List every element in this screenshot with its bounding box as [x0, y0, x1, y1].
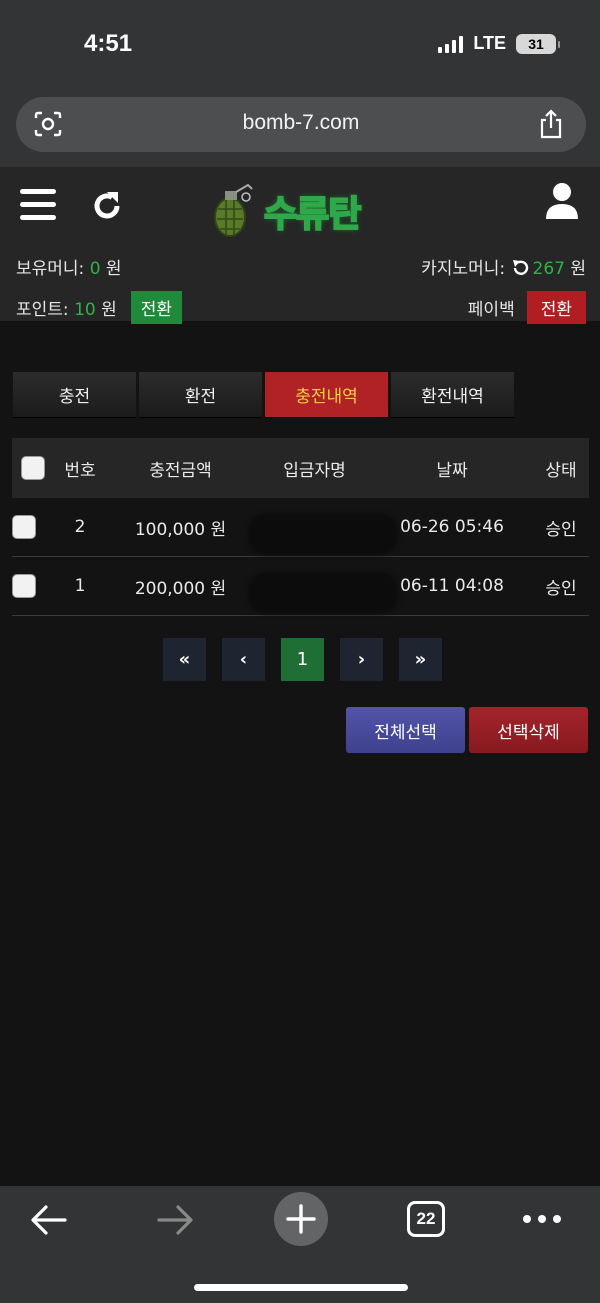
payback-label: 페이백: [467, 300, 515, 320]
points-convert-button[interactable]: 전환: [130, 291, 183, 324]
forward-arrow-icon[interactable]: [156, 1204, 194, 1236]
new-tab-plus-icon[interactable]: [273, 1191, 329, 1247]
status-time: 4:51: [84, 30, 133, 57]
home-indicator: [194, 1284, 408, 1291]
col-status: 상태: [545, 460, 577, 481]
user-icon[interactable]: [544, 181, 580, 221]
points-row: 포인트: 10 원 전환 페이백 전환: [16, 291, 586, 324]
site-logo[interactable]: 수류탄: [208, 179, 398, 239]
tab-bar: 충전 환전 충전내역 환전내역: [13, 372, 514, 418]
next-page-button[interactable]: ›: [340, 638, 383, 681]
col-amount: 충전금액: [149, 460, 212, 481]
battery-icon: 31: [516, 33, 560, 54]
more-icon[interactable]: [522, 1214, 562, 1224]
payback-info: 페이백 전환: [468, 291, 586, 324]
first-page-button[interactable]: «: [163, 638, 206, 681]
points-unit: 원: [95, 300, 117, 320]
casino-info: 카지노머니: 267 원: [421, 254, 586, 279]
col-depositor: 입금자명: [283, 460, 346, 481]
prev-page-button[interactable]: ‹: [222, 638, 265, 681]
money-row: 보유머니: 0 원 카지노머니: 267 원: [16, 254, 586, 279]
tab-exchange[interactable]: 환전: [139, 372, 262, 418]
row-number: 2: [74, 517, 86, 537]
points-info: 포인트: 10 원 전환: [16, 291, 183, 324]
points-value: 10: [74, 300, 96, 320]
casino-label: 카지노머니:: [421, 259, 511, 279]
undo-icon[interactable]: [511, 259, 529, 277]
delete-selected-button[interactable]: 선택삭제: [469, 707, 588, 753]
status-indicators: LTE 31: [438, 33, 560, 54]
tab-charge[interactable]: 충전: [13, 372, 136, 418]
balance-info: 보유머니: 0 원: [16, 254, 122, 279]
charge-history-table: 번호 충전금액 입금자명 날짜 상태 2 100,000 원 06-26 05:…: [12, 438, 589, 616]
select-all-checkbox[interactable]: [21, 456, 45, 480]
network-label: LTE: [473, 33, 506, 53]
row-amount: 100,000 원: [134, 519, 227, 540]
tab-charge-history[interactable]: 충전내역: [265, 372, 388, 418]
balance-label: 보유머니:: [16, 259, 90, 279]
row-status: 승인: [545, 519, 577, 540]
logo-text: 수류탄: [263, 193, 362, 236]
row-status: 승인: [545, 578, 577, 599]
table-row: 2 100,000 원 06-26 05:46 승인: [12, 498, 589, 557]
last-page-button[interactable]: »: [399, 638, 442, 681]
points-label: 포인트:: [16, 300, 75, 320]
casino-unit: 원: [564, 259, 586, 279]
row-checkbox[interactable]: [12, 515, 36, 539]
signal-icon: [438, 35, 464, 53]
col-number: 번호: [64, 460, 96, 481]
refresh-icon[interactable]: [90, 189, 124, 223]
row-amount: 200,000 원: [134, 578, 227, 599]
current-page-button[interactable]: 1: [281, 638, 324, 681]
share-icon[interactable]: [538, 109, 564, 139]
table-row: 1 200,000 원 06-11 04:08 승인: [12, 557, 589, 616]
col-date: 날짜: [436, 460, 468, 481]
balance-value: 0: [89, 259, 101, 279]
address-bar[interactable]: bomb-7.com: [16, 97, 586, 152]
row-number: 1: [74, 576, 86, 596]
grenade-icon: [214, 183, 253, 237]
redaction-mark: [248, 513, 398, 555]
url-text: bomb-7.com: [242, 111, 360, 134]
tab-switcher-icon[interactable]: 22: [407, 1201, 445, 1237]
balance-unit: 원: [100, 259, 122, 279]
row-checkbox[interactable]: [12, 574, 36, 598]
browser-chrome: 4:51 LTE 31 bomb-7.com: [0, 0, 600, 167]
menu-icon[interactable]: [20, 189, 56, 221]
casino-value: 267: [532, 259, 565, 279]
back-arrow-icon[interactable]: [30, 1204, 68, 1236]
pagination: « ‹ 1 › »: [163, 638, 442, 681]
site-header: 수류탄 보유머니: 0 원 카지노머니: 267 원 포인트: 10 원 전환 페…: [0, 167, 600, 324]
table-header: 번호 충전금액 입금자명 날짜 상태: [12, 438, 589, 498]
tab-exchange-history[interactable]: 환전내역: [391, 372, 514, 418]
select-all-button[interactable]: 전체선택: [346, 707, 465, 753]
redaction-mark: [248, 572, 398, 614]
payback-convert-button[interactable]: 전환: [526, 291, 586, 324]
